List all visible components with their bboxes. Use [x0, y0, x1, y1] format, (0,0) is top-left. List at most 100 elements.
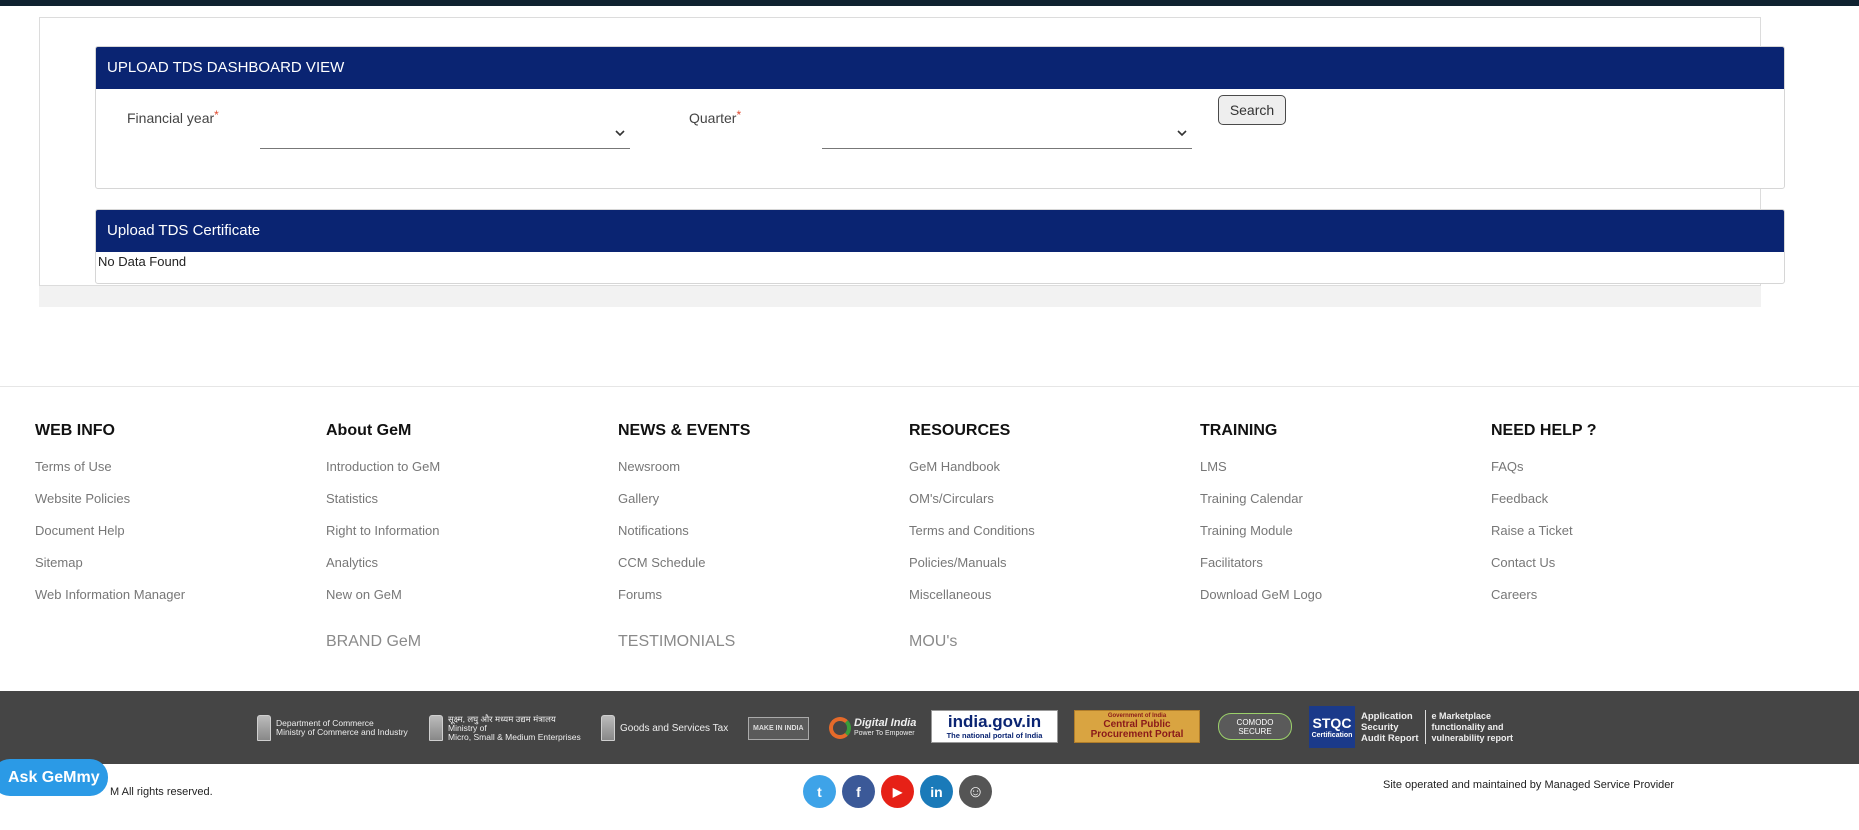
footer-col-resources: RESOURCES GeM Handbook OM's/Circulars Te… [909, 422, 1035, 650]
footer-link[interactable]: LMS [1200, 458, 1322, 490]
make-in-india-text: MAKE IN INDIA [748, 716, 809, 740]
brand-gem-link[interactable]: BRAND GeM [326, 633, 421, 651]
footer-link[interactable]: Document Help [35, 522, 185, 554]
ask-gemmy-button[interactable]: Ask GeMmy [0, 759, 108, 796]
financial-year-label: Financial year* [127, 108, 219, 126]
financial-year-select[interactable] [260, 124, 630, 149]
footer-col-title: TRAINING [1200, 422, 1278, 439]
india-gov-sub: The national portal of India [946, 731, 1043, 740]
digital-india-sub: Power To Empower [854, 729, 915, 737]
msme-line3: Micro, Small & Medium Enterprises [448, 731, 581, 742]
financial-year-label-text: Financial year [127, 110, 215, 126]
stqc-text-1: Application [1361, 710, 1413, 722]
certificate-title: Upload TDS Certificate [96, 210, 1784, 252]
footer-col-about: About GeM Introduction to GeM Statistics… [326, 422, 440, 650]
stqc-badge: STQC Certification [1309, 706, 1355, 748]
footer-link[interactable]: Website Policies [35, 490, 185, 522]
footer-link[interactable]: OM's/Circulars [909, 490, 1035, 522]
certificate-card: Upload TDS Certificate No Data Found [95, 209, 1785, 284]
testimonials-link[interactable]: TESTIMONIALS [618, 633, 735, 651]
emp-text-2: functionality and [1431, 721, 1504, 732]
stqc-text-3: Audit Report [1361, 732, 1419, 744]
footer-col-news: NEWS & EVENTS Newsroom Gallery Notificat… [618, 422, 751, 650]
stqc-text: STQC [1312, 714, 1352, 731]
footer-link[interactable]: Forums [618, 586, 750, 618]
emp-text-3: vulnerability report [1431, 732, 1514, 743]
footer-col-title: RESOURCES [909, 422, 1011, 439]
footer-link[interactable]: Statistics [326, 490, 440, 522]
linkedin-icon[interactable]: in [920, 775, 953, 808]
footer-link[interactable]: New on GeM [326, 586, 440, 618]
stqc-text-2: Security [1361, 721, 1399, 733]
search-button[interactable]: Search [1218, 95, 1286, 125]
digital-india-logo[interactable]: Digital India Power To Empower [829, 711, 916, 745]
partner-logo-strip: Department of Commerce Ministry of Commer… [0, 691, 1859, 764]
make-in-india-logo[interactable]: MAKE IN INDIA [748, 711, 809, 745]
bottom-bar: M All rights reserved. t f ▶ in ☺ Site o… [0, 764, 1859, 830]
footer-link[interactable]: Training Module [1200, 522, 1322, 554]
digital-india-text: Digital India [854, 716, 917, 729]
emblem-icon [429, 715, 443, 741]
twitter-icon[interactable]: t [803, 775, 836, 808]
quarter-label: Quarter* [689, 108, 742, 126]
footer-link[interactable]: Facilitators [1200, 554, 1322, 586]
quarter-select[interactable] [822, 124, 1192, 149]
emblem-icon [257, 715, 271, 741]
footer-link[interactable]: Policies/Manuals [909, 554, 1035, 586]
footer-col-web-info: WEB INFO Terms of Use Website Policies D… [35, 422, 185, 618]
footer-link[interactable]: Download GeM Logo [1200, 586, 1322, 618]
footer-link[interactable]: Terms and Conditions [909, 522, 1035, 554]
koo-icon[interactable]: ☺ [959, 775, 992, 808]
dept-of-commerce-logo[interactable]: Department of Commerce Ministry of Commer… [257, 711, 408, 745]
footer-link[interactable]: Newsroom [618, 458, 750, 490]
facebook-icon[interactable]: f [842, 775, 875, 808]
footer-link[interactable]: Miscellaneous [909, 586, 1035, 618]
mous-link[interactable]: MOU's [909, 633, 957, 651]
footer-link[interactable]: Web Information Manager [35, 586, 185, 618]
quarter-label-text: Quarter [689, 110, 737, 126]
footer-link[interactable]: Training Calendar [1200, 490, 1322, 522]
footer-link[interactable]: Contact Us [1491, 554, 1597, 586]
comodo-secure-logo[interactable]: COMODO SECURE [1218, 713, 1292, 740]
footer-link[interactable]: Raise a Ticket [1491, 522, 1597, 554]
footer-link[interactable]: Terms of Use [35, 458, 185, 490]
footer-col-help: NEED HELP ? FAQs Feedback Raise a Ticket… [1491, 422, 1597, 618]
top-bar [0, 0, 1859, 6]
emblem-icon [601, 715, 615, 741]
operated-by-text: Site operated and maintained by Managed … [1383, 779, 1675, 791]
cppp-line3: Procurement Portal [1090, 729, 1184, 740]
copyright-text: M All rights reserved. [110, 786, 213, 798]
gst-logo[interactable]: Goods and Services Tax [601, 711, 728, 745]
footer-link[interactable]: GeM Handbook [909, 458, 1035, 490]
footer-link[interactable]: Analytics [326, 554, 440, 586]
footer-link[interactable]: Gallery [618, 490, 750, 522]
footer-link[interactable]: Careers [1491, 586, 1597, 618]
footer-link[interactable]: Feedback [1491, 490, 1597, 522]
stqc-sub: Certification [1311, 731, 1353, 739]
footer-link[interactable]: FAQs [1491, 458, 1597, 490]
dashboard-card: UPLOAD TDS DASHBOARD VIEW Financial year… [95, 46, 1785, 189]
tds-panel: UPLOAD TDS DASHBOARD VIEW Financial year… [39, 17, 1785, 286]
footer-col-title: NEED HELP ? [1491, 422, 1597, 439]
india-gov-text: india.gov.in [947, 712, 1042, 731]
comodo-sub: SECURE [1238, 726, 1272, 736]
stqc-logo[interactable]: STQC Certification Application Security Au… [1309, 706, 1513, 748]
required-mark: * [736, 108, 742, 122]
no-data-text: No Data Found [98, 254, 187, 269]
footer-col-title: NEWS & EVENTS [618, 422, 751, 439]
footer-link[interactable]: Introduction to GeM [326, 458, 440, 490]
footer-col-title: WEB INFO [35, 422, 115, 439]
emp-text-1: e Marketplace [1431, 710, 1492, 721]
doc-line2: Ministry of Commerce and Industry [276, 727, 408, 737]
india-gov-logo[interactable]: india.gov.in The national portal of Indi… [931, 710, 1058, 743]
cppp-logo[interactable]: Government of India Central Public Procu… [1074, 710, 1200, 743]
footer-link[interactable]: Right to Information [326, 522, 440, 554]
footer-link[interactable]: Notifications [618, 522, 750, 554]
footer-link[interactable]: Sitemap [35, 554, 185, 586]
youtube-icon[interactable]: ▶ [881, 775, 914, 808]
footer-link[interactable]: CCM Schedule [618, 554, 750, 586]
gst-text: Goods and Services Tax [620, 722, 729, 734]
msme-logo[interactable]: सूक्ष्म, लघु और मध्यम उद्यम मंत्रालय Mini… [429, 711, 581, 745]
footer-divider [0, 386, 1859, 387]
chevron-down-icon [615, 130, 625, 137]
